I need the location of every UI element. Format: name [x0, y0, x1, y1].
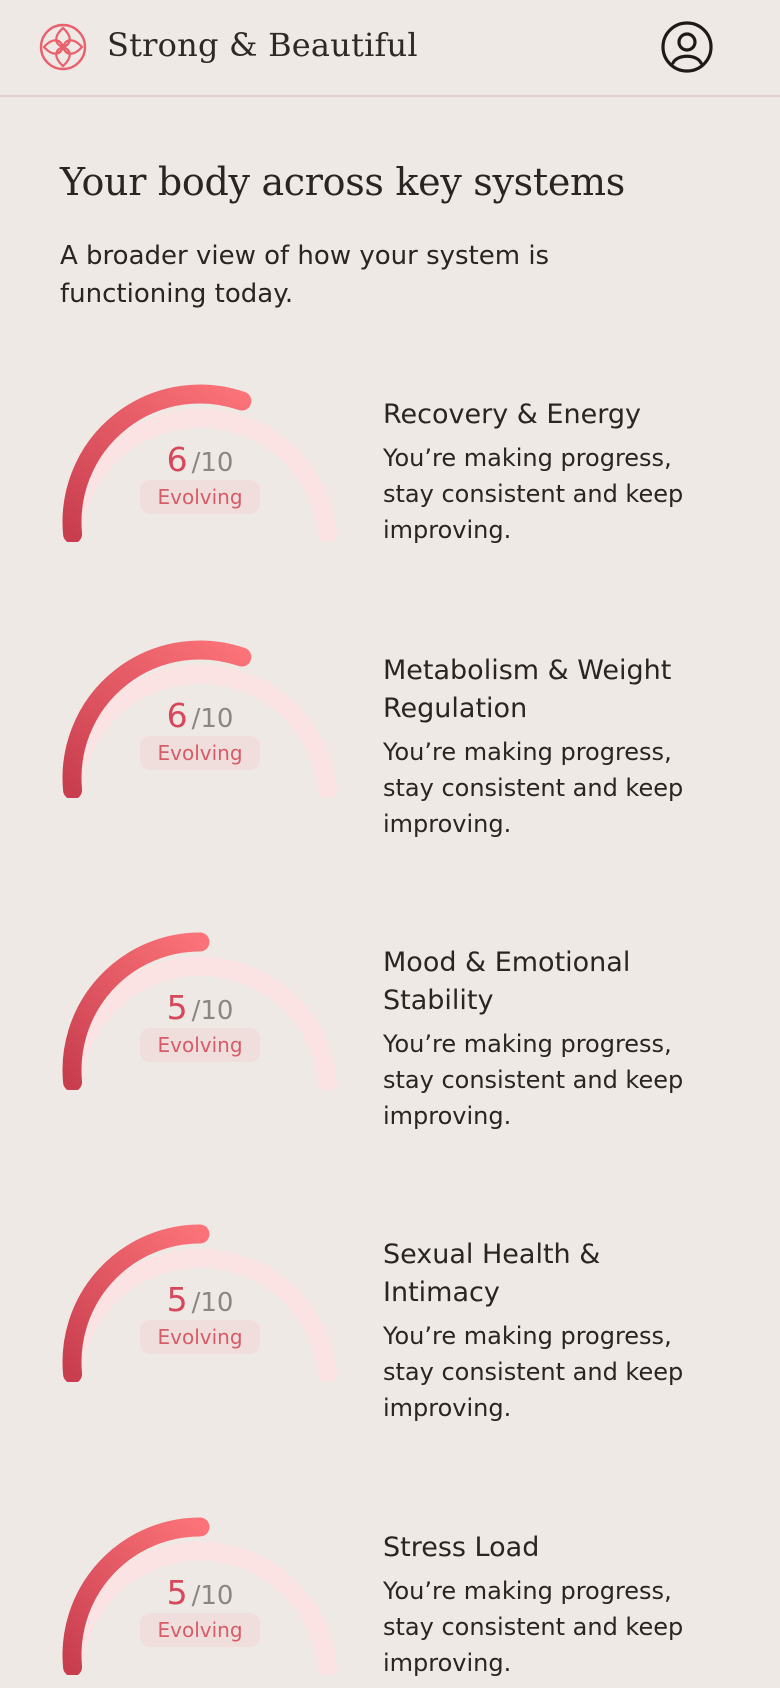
page-title: Your body across key systems	[60, 160, 625, 204]
flower-icon	[39, 23, 87, 71]
system-card: 6/10 Evolving Recovery & Energy You’re maki…	[0, 382, 780, 622]
system-title: Metabolism & Weight Regulation	[383, 655, 672, 724]
score-max: /10	[191, 1581, 234, 1611]
score-value: 6/10	[58, 696, 342, 735]
user-circle-icon[interactable]	[660, 20, 714, 74]
system-description: You’re making progress, stay consistent …	[383, 738, 684, 838]
score-value: 5/10	[58, 1280, 342, 1319]
score-value: 6/10	[58, 440, 342, 479]
system-title: Mood & Emotional Stability	[383, 947, 631, 1016]
system-title: Recovery & Energy	[383, 399, 641, 430]
score-number: 6	[166, 696, 188, 735]
system-card: 5/10 Evolving Mood & Emotional Stability Yo…	[0, 930, 780, 1170]
status-badge: Evolving	[140, 736, 260, 770]
system-card: 5/10 Evolving Sexual Health & Intimacy You’…	[0, 1222, 780, 1462]
score-max: /10	[191, 996, 234, 1026]
status-badge: Evolving	[140, 480, 260, 514]
score-value: 5/10	[58, 988, 342, 1027]
score-max: /10	[191, 448, 234, 478]
system-description: You’re making progress, stay consistent …	[383, 1577, 684, 1677]
system-description: You’re making progress, stay consistent …	[383, 1030, 684, 1130]
system-title: Sexual Health & Intimacy	[383, 1239, 601, 1308]
system-card: 6/10 Evolving Metabolism & Weight Regulati…	[0, 638, 780, 878]
system-card: 5/10 Evolving Stress Load You’re making pro…	[0, 1515, 780, 1688]
score-number: 5	[166, 1280, 188, 1319]
system-description: You’re making progress, stay consistent …	[383, 1322, 684, 1422]
status-badge: Evolving	[140, 1028, 260, 1062]
score-number: 6	[166, 440, 188, 479]
score-number: 5	[166, 1573, 188, 1612]
brand-name: Strong & Beautiful	[107, 26, 418, 64]
status-badge: Evolving	[140, 1613, 260, 1647]
score-value: 5/10	[58, 1573, 342, 1612]
status-badge: Evolving	[140, 1320, 260, 1354]
system-title: Stress Load	[383, 1532, 540, 1563]
page-subtitle: A broader view of how your system is fun…	[60, 241, 550, 309]
score-max: /10	[191, 1288, 234, 1318]
score-number: 5	[166, 988, 188, 1027]
score-max: /10	[191, 704, 234, 734]
app-header: Strong & Beautiful	[0, 0, 780, 97]
system-description: You’re making progress, stay consistent …	[383, 444, 684, 544]
